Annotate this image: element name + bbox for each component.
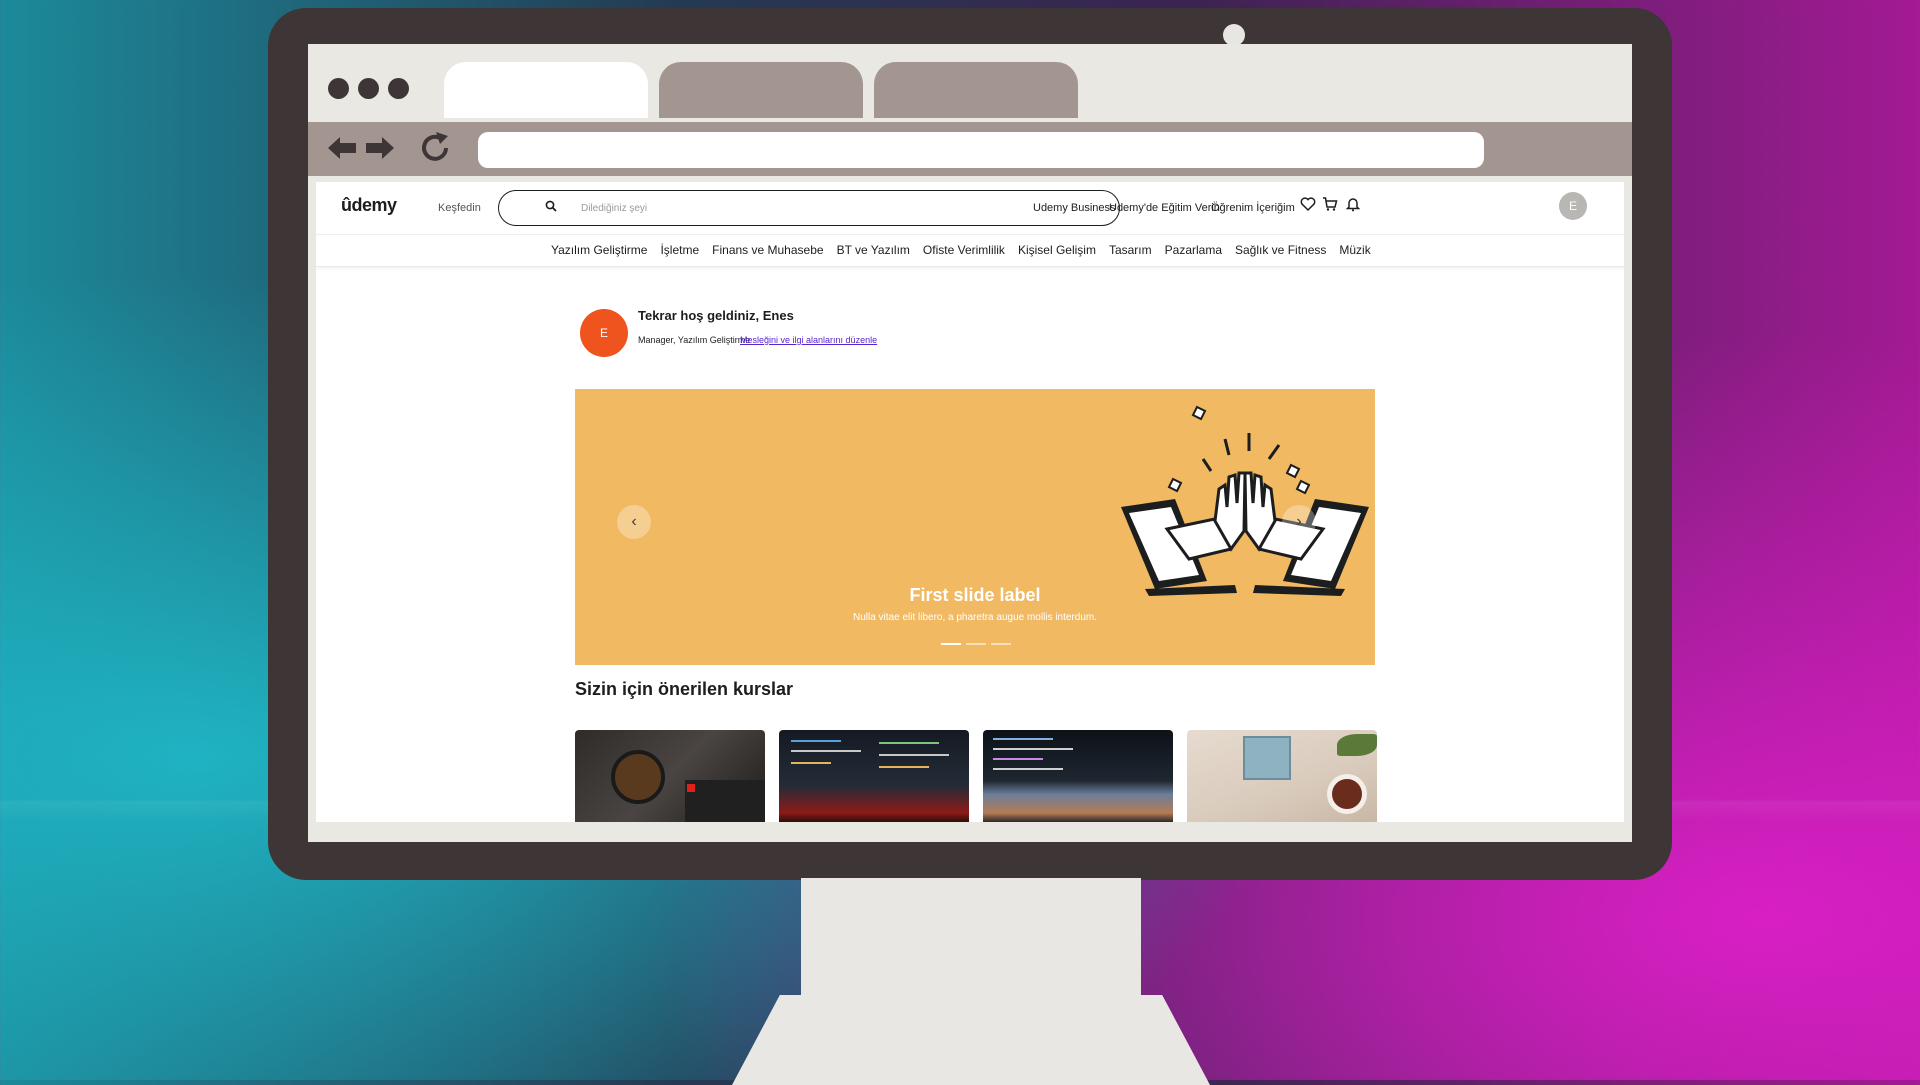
category-link[interactable]: Kişisel Gelişim: [1018, 243, 1096, 257]
high-five-illustration: [1121, 405, 1369, 596]
category-link[interactable]: Sağlık ve Fitness: [1235, 243, 1326, 257]
search-input[interactable]: [579, 198, 1083, 218]
category-link[interactable]: BT ve Yazılım: [837, 243, 910, 257]
category-link[interactable]: Müzik: [1339, 243, 1370, 257]
bell-icon[interactable]: [1345, 196, 1361, 217]
back-arrow-icon[interactable]: [326, 130, 358, 172]
reload-icon[interactable]: [418, 130, 454, 172]
udemy-business-link[interactable]: Udemy Business: [1033, 202, 1116, 214]
webcam: [1223, 24, 1245, 46]
carousel-slide-title: First slide label: [909, 585, 1041, 605]
browser-tab-2[interactable]: [659, 62, 863, 118]
monitor-stand-neck: [801, 878, 1141, 998]
carousel-indicators: [941, 643, 1011, 645]
welcome-subtitle: Manager, Yazılım Geliştirme: [638, 335, 751, 345]
window-maximize-dot[interactable]: [388, 78, 409, 99]
course-thumbnail[interactable]: [983, 730, 1173, 822]
browser-tab-3[interactable]: [874, 62, 1078, 118]
window-controls: [328, 78, 409, 99]
category-bar: Yazılım Geliştirme İşletme Finans ve Muh…: [316, 234, 1624, 267]
cart-icon[interactable]: [1322, 196, 1338, 217]
window-close-dot[interactable]: [328, 78, 349, 99]
recommended-courses-title: Sizin için önerilen kurslar: [575, 679, 794, 699]
course-thumbnail[interactable]: [779, 730, 969, 822]
monitor-stand-base: [732, 995, 1210, 1085]
explore-link[interactable]: Keşfedin: [438, 202, 481, 214]
user-avatar[interactable]: E: [1559, 192, 1587, 220]
welcome-avatar: E: [580, 309, 628, 357]
heart-icon[interactable]: [1300, 196, 1316, 217]
carousel-prev-button[interactable]: ‹: [617, 505, 651, 539]
course-thumbnail[interactable]: [575, 730, 765, 822]
teach-on-udemy-link[interactable]: Udemy'de Eğitim Verin: [1109, 202, 1220, 214]
category-link[interactable]: Pazarlama: [1165, 243, 1222, 257]
address-bar[interactable]: [478, 132, 1484, 168]
edit-interests-link[interactable]: Mesleğini ve ilgi alanlarını düzenle: [740, 335, 877, 345]
carousel-indicator[interactable]: [941, 643, 961, 645]
forward-arrow-icon[interactable]: [364, 130, 396, 172]
udemy-logo[interactable]: ûdemy: [341, 195, 397, 216]
category-link[interactable]: Finans ve Muhasebe: [712, 243, 823, 257]
category-link[interactable]: Tasarım: [1109, 243, 1152, 257]
carousel-indicator[interactable]: [966, 643, 986, 645]
hero-carousel: ‹ › First slide label Nulla vitae elit l…: [575, 389, 1375, 665]
browser-window: ûdemy Keşfedin Udemy Business Udemy'de E…: [308, 44, 1632, 842]
carousel-next-button[interactable]: ›: [1282, 505, 1316, 539]
carousel-indicator[interactable]: [991, 643, 1011, 645]
welcome-title: Tekrar hoş geldiniz, Enes: [638, 308, 794, 323]
search-bar[interactable]: [498, 190, 1120, 226]
carousel-slide-text: Nulla vitae elit libero, a pharetra augu…: [852, 612, 1097, 623]
category-link[interactable]: İşletme: [660, 243, 699, 257]
my-learning-link[interactable]: Öğrenim İçeriğim: [1211, 202, 1295, 214]
category-link[interactable]: Ofiste Verimlilik: [923, 243, 1005, 257]
browser-tab-active[interactable]: [444, 62, 648, 118]
browser-toolbar: [308, 122, 1632, 176]
search-icon[interactable]: [545, 200, 557, 215]
course-thumbnail[interactable]: [1187, 730, 1377, 822]
udemy-page: ûdemy Keşfedin Udemy Business Udemy'de E…: [316, 182, 1624, 822]
window-minimize-dot[interactable]: [358, 78, 379, 99]
category-link[interactable]: Yazılım Geliştirme: [551, 243, 647, 257]
site-header: ûdemy Keşfedin Udemy Business Udemy'de E…: [316, 182, 1624, 235]
